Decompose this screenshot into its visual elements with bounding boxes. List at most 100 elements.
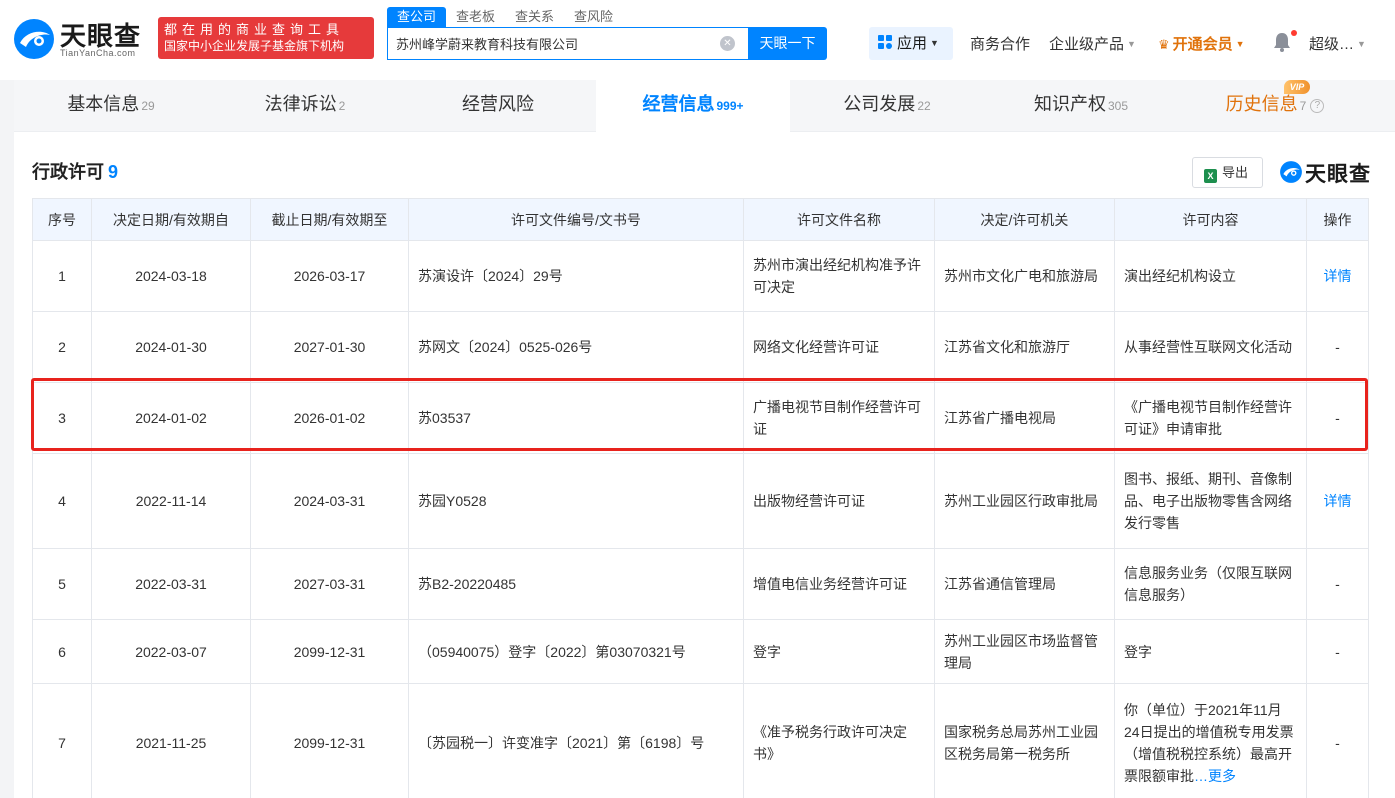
help-icon[interactable]: ? [1310,99,1325,113]
section-title-text: 行政许可 [32,162,104,182]
detail-link[interactable]: 详情 [1324,268,1352,284]
cell-doc-number: 苏园Y0528 [408,453,744,549]
column-header: 许可文件编号/文书号 [408,198,744,241]
nav-user-menu[interactable]: 超级… ▼ [1309,33,1366,54]
detail-link[interactable]: 详情 [1324,493,1352,509]
tab-history[interactable]: 历史信息 7? [1178,80,1372,132]
excel-icon: X [1204,169,1217,183]
tab-label: 基本信息 [67,94,140,114]
table-row: 2 2024-01-30 2027-01-30 苏网文〔2024〕0525-02… [32,311,1369,383]
tab-label: 历史信息 [1225,94,1298,114]
tab-label: 法律诉讼 [264,94,337,114]
nav-enterprise-products[interactable]: 企业级产品 ▼ [1049,33,1136,54]
column-header: 截止日期/有效期至 [250,198,409,241]
company-tabs: 基本信息 29 法律诉讼 2 经营风险 经营信息 999+ 公司发展 22 知识产权 30… [14,80,1395,132]
cell-action: - [1306,619,1369,684]
cell-content: 演出经纪机构设立 [1114,240,1307,312]
export-label: 导出 [1222,165,1249,180]
apps-grid-icon [878,35,892,49]
export-button[interactable]: X 导出 [1192,157,1263,188]
cell-authority: 国家税务总局苏州工业园区税务局第一税务所 [934,683,1115,798]
chevron-down-icon: ▼ [1127,39,1136,49]
cell-start-date: 2022-03-31 [91,548,251,620]
cell-content: 登字 [1114,619,1307,684]
column-header: 决定日期/有效期自 [91,198,251,241]
chevron-down-icon: ▼ [930,38,939,48]
tab-label: 公司发展 [843,94,916,114]
tab-operation-risk[interactable]: 经营风险 [402,80,596,132]
tab-company-development[interactable]: 公司发展 22 [790,80,984,132]
cell-authority: 江苏省通信管理局 [934,548,1115,620]
cell-content: 信息服务业务（仅限互联网信息服务） [1114,548,1307,620]
column-header: 序号 [32,198,92,241]
cell-no: 1 [32,240,92,312]
cell-doc-number: 苏演设许〔2024〕29号 [408,240,744,312]
cell-start-date: 2024-03-18 [91,240,251,312]
cell-doc-name: 苏州市演出经纪机构准予许可决定 [743,240,935,312]
notification-bell-icon[interactable] [1273,32,1291,52]
cell-doc-number: 苏网文〔2024〕0525-026号 [408,311,744,383]
apps-label: 应用 [897,35,928,52]
nav-business-cooperation[interactable]: 商务合作 [970,33,1030,54]
cell-no: 2 [32,311,92,383]
cell-doc-name: 《准予税务行政许可决定书》 [743,683,935,798]
cell-doc-number: 〔苏园税一〕许变准字〔2021〕第〔6198〕号 [408,683,744,798]
cell-start-date: 2022-03-07 [91,619,251,684]
cell-action: - [1306,311,1369,383]
brand-text: 天眼查 [1305,163,1371,186]
column-header: 决定/许可机关 [934,198,1115,241]
cell-end-date: 2024-03-31 [250,453,409,549]
cell-end-date: 2026-03-17 [250,240,409,312]
tab-operation-info[interactable]: 经营信息 999+ [596,80,790,132]
logo-subtext: TianYanCha.com [60,48,136,58]
row-highlight-box [31,378,1368,451]
cell-doc-number: 苏B2-20220485 [408,548,744,620]
slogan-banner: 都在用的商业查询工具 国家中小企业发展子基金旗下机构 [158,17,374,59]
tab-label: 经营风险 [462,94,534,114]
table-row: 1 2024-03-18 2026-03-17 苏演设许〔2024〕29号 苏州… [32,240,1369,312]
cell-content: 从事经营性互联网文化活动 [1114,311,1307,383]
site-logo[interactable]: 天眼查 TianYanCha.com [12,13,152,61]
search-input[interactable] [396,28,716,59]
slogan-line2: 国家中小企业发展子基金旗下机构 [164,39,345,53]
tab-count: 7 [1299,99,1307,113]
search-button[interactable]: 天眼一下 [748,27,827,60]
cell-no: 4 [32,453,92,549]
tab-basic-info[interactable]: 基本信息 29 [14,80,208,132]
apps-button[interactable]: 应用 ▼ [869,27,953,60]
chevron-down-icon: ▼ [1235,39,1245,49]
nav-open-vip[interactable]: ♛ 开通会员 ▼ [1158,33,1245,54]
cell-start-date: 2022-11-14 [91,453,251,549]
cell-content: 你（单位）于2021年11月24日提出的增值税专用发票（增值税税控系统）最高开票… [1114,683,1307,798]
search-tab-company[interactable]: 查公司 [387,7,447,27]
column-header: 许可文件名称 [743,198,935,241]
tianyancha-logo-icon [14,19,54,59]
cell-end-date: 2027-01-30 [250,311,409,383]
cell-start-date: 2021-11-25 [91,683,251,798]
cell-authority: 苏州工业园区市场监督管理局 [934,619,1115,684]
cell-action: 详情 [1306,240,1369,312]
tab-intellectual-property[interactable]: 知识产权 305 [984,80,1178,132]
chevron-down-icon: ▼ [1357,39,1366,49]
tab-label: 知识产权 [1033,94,1106,114]
cell-no: 6 [32,619,92,684]
cell-doc-name: 登字 [743,619,935,684]
cell-start-date: 2024-01-30 [91,311,251,383]
cell-action: - [1306,548,1369,620]
search-tab-boss[interactable]: 查老板 [446,7,505,27]
nav-vip-label: 开通会员 [1172,36,1233,53]
cell-end-date: 2099-12-31 [250,683,409,798]
cell-end-date: 2027-03-31 [250,548,409,620]
search-tab-relation[interactable]: 查关系 [505,7,564,27]
table-row: 5 2022-03-31 2027-03-31 苏B2-20220485 增值电… [32,548,1369,620]
tab-legal[interactable]: 法律诉讼 2 [208,80,402,132]
more-link[interactable]: …更多 [1194,768,1236,784]
search-type-tabs: 查公司 查老板 查关系 查风险 [387,7,623,27]
slogan-line1: 都在用的商业查询工具 [164,22,345,37]
cell-no: 7 [32,683,92,798]
nav-enterprise-label: 企业级产品 [1049,36,1125,53]
clear-icon[interactable]: ✕ [720,36,735,51]
cell-action: 详情 [1306,453,1369,549]
cell-authority: 苏州市文化广电和旅游局 [934,240,1115,312]
search-tab-risk[interactable]: 查风险 [564,7,623,27]
